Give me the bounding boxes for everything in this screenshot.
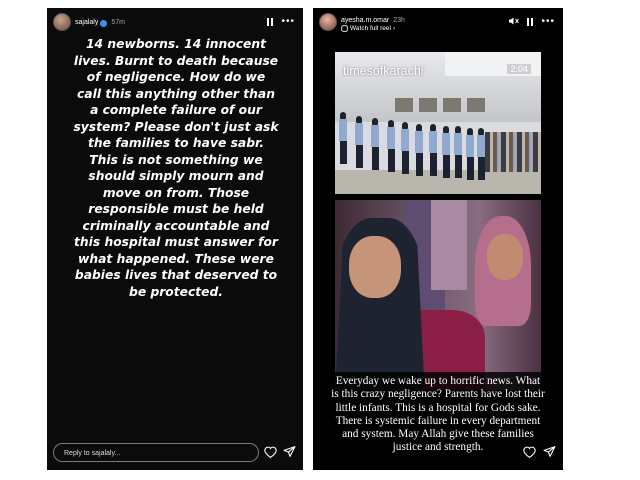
reel-icon [341, 25, 348, 32]
avatar[interactable] [319, 13, 337, 31]
story-header: ayesha.m.omar 23h Watch full reel › ••• [313, 8, 563, 36]
story-header: sajalaly 57m ••• [47, 8, 303, 36]
story-ayesha[interactable]: ayesha.m.omar 23h Watch full reel › ••• [313, 8, 563, 470]
video-watermark: timesofkarachi [343, 64, 424, 78]
story-caption: Everyday we wake up to horrific news. Wh… [331, 372, 545, 470]
more-options-icon[interactable]: ••• [541, 17, 555, 27]
video-timestamp: 2:04 [507, 64, 531, 74]
video-frame-police[interactable]: timesofkarachi 2:04 [335, 52, 541, 194]
story-username[interactable]: ayesha.m.omar [341, 16, 389, 25]
heart-icon[interactable] [523, 446, 536, 461]
story-text: 14 newborns. 14 innocent lives. Burnt to… [73, 37, 279, 299]
mute-icon[interactable] [508, 13, 520, 31]
story-timestamp: 23h [393, 17, 405, 24]
watch-full-reel-link[interactable]: Watch full reel › [341, 25, 405, 32]
verified-badge-icon [100, 19, 108, 27]
story-timestamp: 57m [111, 18, 125, 26]
story-username[interactable]: sajalaly [75, 19, 98, 26]
watch-full-reel-label[interactable]: Watch full reel [350, 25, 391, 32]
chevron-right-icon: › [392, 25, 396, 32]
pause-icon[interactable] [527, 18, 534, 26]
story-sajalaly[interactable]: sajalaly 57m ••• 14 newborns. 14 innocen… [47, 8, 303, 470]
video-frame-women[interactable] [335, 200, 541, 390]
pause-icon[interactable] [267, 18, 274, 26]
more-options-icon[interactable]: ••• [281, 17, 295, 27]
reply-input[interactable]: Reply to sajalaly... [53, 443, 259, 462]
heart-icon[interactable] [264, 446, 277, 461]
send-icon[interactable] [283, 445, 296, 463]
send-icon[interactable] [543, 445, 556, 463]
avatar[interactable] [53, 13, 71, 31]
